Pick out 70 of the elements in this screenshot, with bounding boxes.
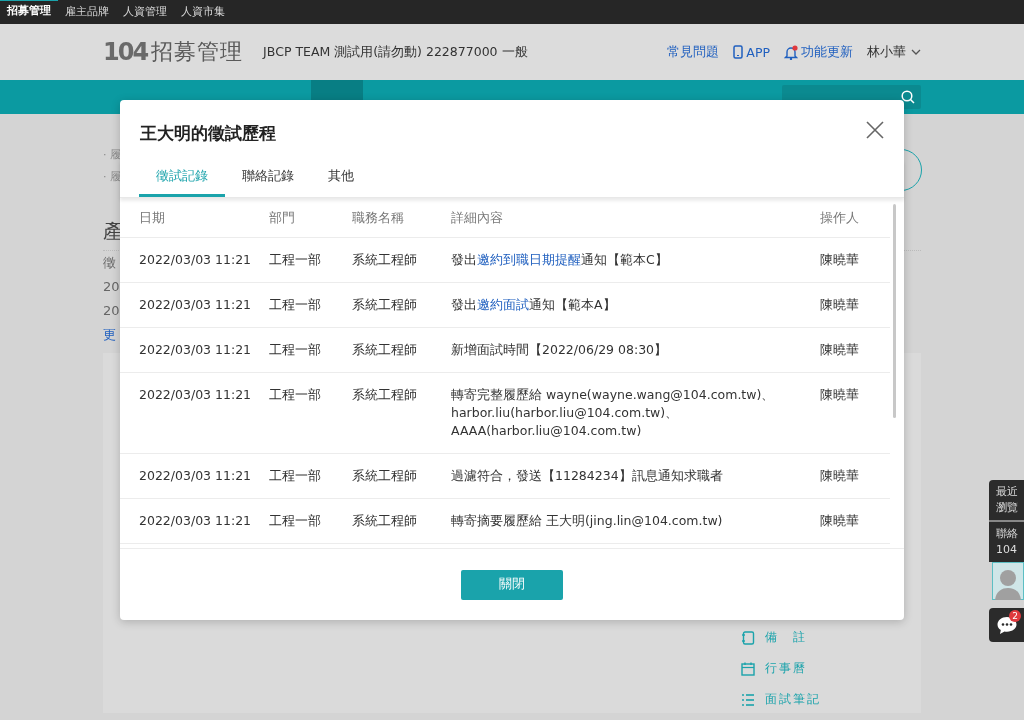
header-link[interactable]: 常見問題 [667, 43, 720, 61]
column-header: 詳細內容 [451, 209, 504, 227]
scrollbar-thumb[interactable] [893, 204, 896, 418]
column-header: 操作人 [820, 209, 860, 227]
column-header: 日期 [139, 209, 166, 227]
table-cell-text: 系統工程師 [352, 386, 418, 404]
table-cell-text: 過濾符合，發送【11284234】訊息通知求職者 [451, 467, 724, 485]
table-cell-text: 陳曉華 [820, 467, 860, 485]
notification-badge: 2 [1009, 610, 1021, 622]
recent-view-button[interactable]: 最近 瀏覽 [989, 480, 1024, 520]
bell-icon [784, 44, 798, 60]
info-text: 徵 [103, 254, 116, 272]
table-cell-text: 2022/03/03 11:21 [139, 512, 253, 530]
info-text: 20 [103, 278, 120, 296]
table-cell-text: 發出邀約面試通知【範本A】 [451, 296, 617, 314]
logo-text: 招募管理 [151, 38, 244, 66]
search-icon [901, 90, 915, 104]
header-link[interactable]: APP [746, 44, 770, 60]
dialog-tab[interactable]: 其他 [311, 160, 371, 197]
dialog-title: 王大明的徵試歷程 [140, 121, 276, 145]
table-cell-text: 2022/03/03 11:21 [139, 467, 253, 485]
table-cell-text: 新增面試時間【2022/06/29 08:30】 [451, 341, 669, 359]
top-bar-tab[interactable]: 雇主品牌 [58, 0, 116, 24]
dialog-tab[interactable]: 聯絡記錄 [225, 160, 311, 197]
header-link[interactable]: 功能更新 [801, 43, 853, 61]
table-cell-text: 陳曉華 [820, 341, 860, 359]
notebook-icon [741, 630, 755, 645]
chevron-down-icon [911, 49, 921, 55]
list-icon [741, 692, 755, 707]
phone-icon [733, 45, 744, 59]
table-cell-text: 工程一部 [269, 251, 322, 269]
contact-button[interactable]: 聯絡 104 [989, 520, 1024, 562]
column-header: 部門 [269, 209, 296, 227]
breadcrumb-text: · 履 [103, 147, 121, 163]
table-cell-text: 2022/03/03 11:21 [139, 296, 253, 314]
table-cell-text: 系統工程師 [352, 341, 418, 359]
table-cell-text: 系統工程師 [352, 251, 418, 269]
table-cell-text: 2022/03/03 11:21 [139, 341, 253, 359]
table-cell-text: 轉寄摘要履歷給 王大明(jing.lin@104.com.tw) [451, 512, 724, 530]
avatar-icon [992, 562, 1024, 600]
table-cell-text: 系統工程師 [352, 512, 418, 530]
table-cell-text: 2022/03/03 11:21 [139, 251, 253, 269]
table-cell-text: 系統工程師 [352, 296, 418, 314]
more-link[interactable]: 更 [103, 323, 116, 347]
table-cell-text: 工程一部 [269, 341, 322, 359]
calendar-icon [741, 661, 755, 676]
detail-link[interactable]: 邀約到職日期提醒 [477, 252, 581, 267]
table-cell-text: 轉寄完整履歷給 wayne(wayne.wang@104.com.tw)、harbor.liu(harbor.liu@104.com.tw)、AAAA(harbor.liu@104.com.tw) [451, 386, 776, 440]
table-cell-text: 工程一部 [269, 386, 322, 404]
table-cell-text: 2022/03/03 11:21 [139, 386, 253, 404]
table-cell-text: 工程一部 [269, 467, 322, 485]
user-name[interactable]: 林小華 [867, 43, 906, 61]
table-cell-text: 系統工程師 [352, 467, 418, 485]
table-cell-text: 陳曉華 [820, 251, 860, 269]
account-info: JBCP TEAM 測試用(請勿動) 222877000 一般 [263, 43, 528, 61]
logo-number: 104 [103, 38, 148, 66]
table-cell-text: 工程一部 [269, 296, 322, 314]
chat-button[interactable]: 2 [989, 608, 1024, 642]
detail-link[interactable]: 邀約面試 [477, 297, 529, 312]
table-cell-text: 工程一部 [269, 512, 322, 530]
breadcrumb-text: · 履 [103, 169, 121, 185]
close-icon [866, 121, 884, 139]
table-cell-text: 發出邀約到職日期提醒通知【範本C】 [451, 251, 669, 269]
table-cell-text: 陳曉華 [820, 296, 860, 314]
column-header: 職務名稱 [352, 209, 405, 227]
info-text: 20 [103, 302, 120, 320]
table-cell-text: 陳曉華 [820, 512, 860, 530]
top-bar-tab[interactable]: 人資管理 [116, 0, 174, 24]
table-cell-text: 陳曉華 [820, 386, 860, 404]
top-bar-tab[interactable]: 人資市集 [174, 0, 232, 24]
